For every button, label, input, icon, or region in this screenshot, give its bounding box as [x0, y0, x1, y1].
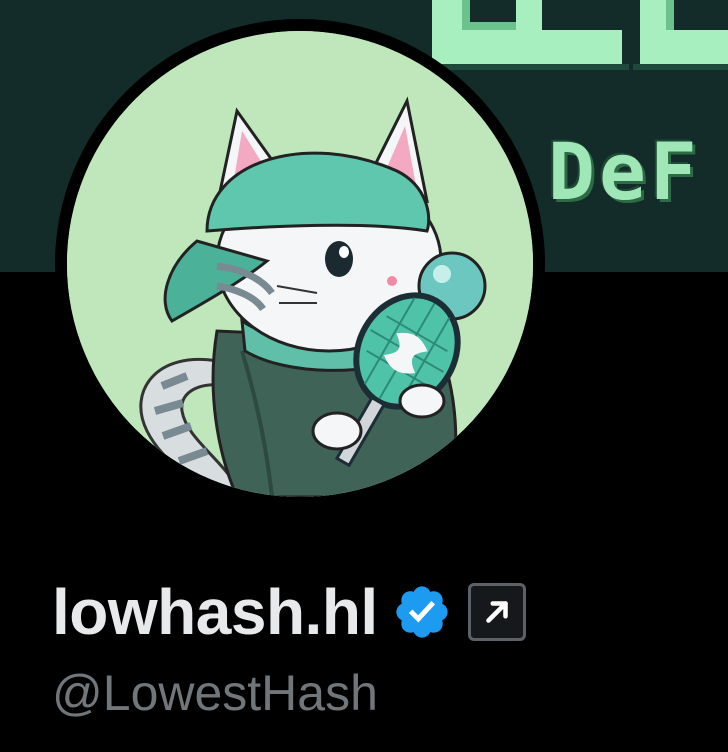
avatar[interactable] [67, 31, 533, 497]
profile-header: DeF lowhash.hl @LowestHash [0, 0, 728, 752]
cat-avatar-with-tennis-racket [67, 31, 533, 497]
display-name: lowhash.hl [52, 576, 378, 648]
banner-text: DeF [548, 128, 701, 218]
display-name-row: lowhash.hl [52, 570, 526, 654]
external-link-arrow-icon[interactable] [467, 583, 526, 641]
user-handle[interactable]: @LowestHash [52, 668, 378, 718]
verified-badge-icon[interactable] [392, 582, 452, 642]
